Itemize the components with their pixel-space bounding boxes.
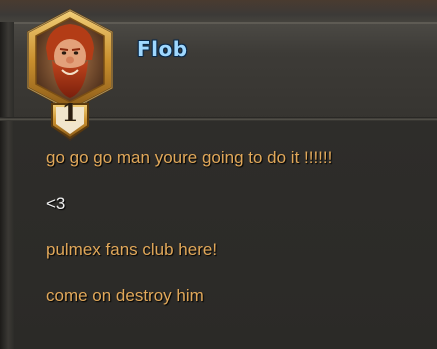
player-rank-number: 1 [61, 98, 79, 127]
player-name[interactable]: Flob [137, 37, 188, 61]
message-list: go go go man youre going to do it !!!!!!… [46, 148, 426, 332]
chat-message: <3 [46, 194, 66, 213]
chat-panel: 1 Flob go go go man youre going to do it… [0, 0, 437, 349]
chat-message: pulmex fans club here! [46, 240, 218, 259]
panel-frame-edge [0, 22, 14, 349]
chat-message: go go go man youre going to do it !!!!!! [46, 148, 333, 167]
chat-message: come on destroy him [46, 286, 204, 305]
